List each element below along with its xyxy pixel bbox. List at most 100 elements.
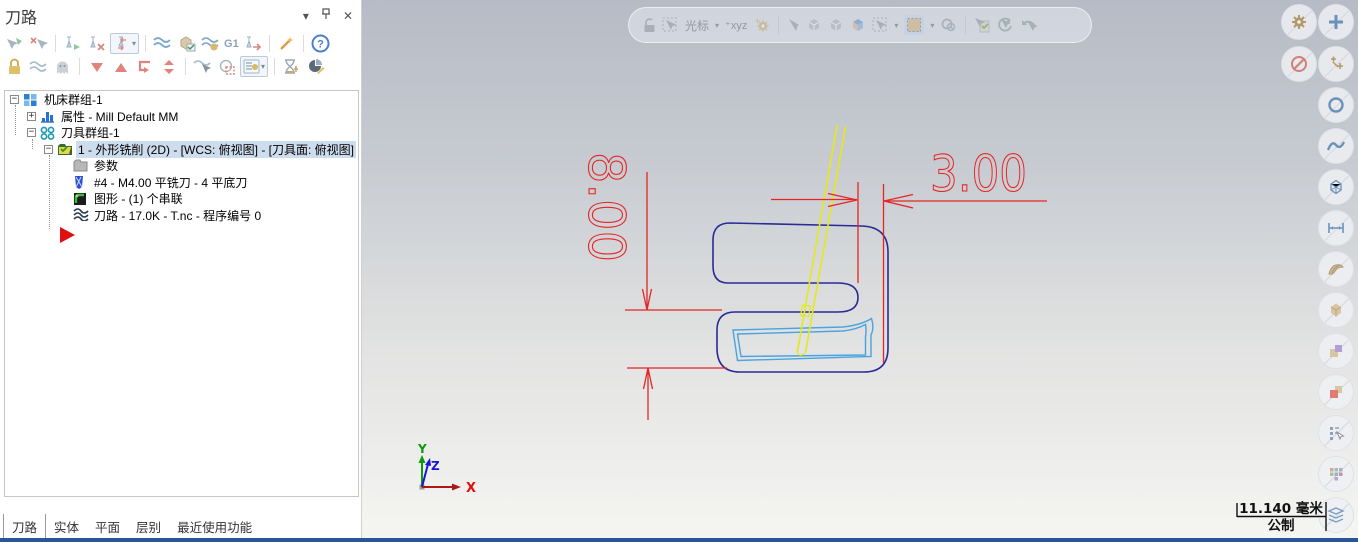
panel-dropdown-icon[interactable]: ▾	[303, 9, 309, 23]
viewport-canvas: 8.00 3.00 Y Z X 11.140 毫米 公制	[417, 124, 1327, 534]
move-down-icon[interactable]	[86, 57, 107, 77]
insert-position-arrow[interactable]	[60, 227, 75, 243]
scale-value: 11.140 毫米	[1239, 500, 1323, 517]
levels-mask-button[interactable]	[1318, 497, 1354, 533]
lock-toolpath-icon[interactable]	[4, 57, 25, 77]
panel-title: 刀路	[5, 10, 38, 27]
spline-mask-button[interactable]	[1318, 128, 1354, 164]
cube-icon[interactable]	[828, 17, 844, 33]
pin-icon[interactable]	[321, 8, 331, 23]
dropdown-arrow-icon[interactable]: ▾	[930, 21, 934, 30]
dimension-8mm: 8.00	[576, 151, 727, 420]
tree-row-parameters[interactable]: 参数	[5, 158, 358, 174]
expand-plus-icon[interactable]: +	[27, 111, 36, 121]
g1-code-label[interactable]: G1	[224, 38, 239, 50]
dimension-3mm-label: 3.00	[930, 145, 1027, 203]
tab-recent[interactable]: 最近使用功能	[169, 514, 260, 539]
planes-red-button[interactable]	[1318, 374, 1354, 410]
planes-purple-button[interactable]	[1318, 333, 1354, 369]
dropdown-arrow-icon: ▾	[132, 39, 137, 48]
cursor-box-icon[interactable]	[662, 17, 679, 33]
edit-wand-icon[interactable]	[276, 34, 297, 54]
tree-row-geometry[interactable]: 图形 - (1) 个串联	[5, 191, 358, 207]
window-select-dropdown-icon[interactable]	[904, 15, 925, 35]
select-all-operations-icon[interactable]	[4, 34, 25, 54]
properties-icon	[40, 109, 55, 123]
toolpath-contour-outer[interactable]	[732, 317, 874, 362]
deselect-all-operations-icon[interactable]	[28, 34, 49, 54]
regenerate-selected-icon[interactable]	[62, 34, 83, 54]
material-edit-icon[interactable]	[305, 57, 326, 77]
tree-row-tool[interactable]: #4 - M4.00 平铣刀 - 4 平底刀	[5, 174, 358, 190]
tree-row-machine-group[interactable]: − 机床群组-1	[5, 92, 358, 108]
circle-mask-button[interactable]	[1318, 87, 1354, 123]
cursor-dropdown-icon[interactable]: ▾	[715, 21, 719, 30]
gear-add-icon[interactable]: +	[753, 17, 770, 33]
expand-minus-icon[interactable]: −	[27, 128, 36, 137]
geometry-icon	[73, 192, 88, 206]
wcs-gnomon: Y Z X	[417, 442, 476, 496]
xyz-point-entry[interactable]: ⁺xyz	[725, 19, 747, 32]
dropdown-arrow-icon[interactable]: ▾	[894, 21, 898, 30]
tab-levels[interactable]: 层别	[128, 514, 169, 539]
tree-row-toolpath-file[interactable]: 刀路 - 17.0K - T.nc - 程序编号 0	[5, 207, 358, 223]
gear-settings-button[interactable]	[1281, 4, 1317, 40]
color-grid-button[interactable]	[1318, 456, 1354, 492]
tree-row-tool-group[interactable]: − 刀具群组-1	[5, 125, 358, 141]
panel-header: 刀路 ▾ ✕	[0, 0, 361, 32]
tab-solids[interactable]: 实体	[46, 514, 87, 539]
cube-colored-icon[interactable]	[850, 17, 866, 33]
move-up-icon[interactable]	[110, 57, 131, 77]
selection-bar: 光标 ▾ ⁺xyz + ▾ ▾	[628, 7, 1092, 43]
chain-geometry-icon[interactable]	[216, 57, 237, 77]
close-icon[interactable]: ✕	[343, 9, 353, 23]
tab-planes[interactable]: 平面	[87, 514, 128, 539]
cursor-mode-label[interactable]: 光标	[685, 17, 709, 34]
move-insert-icon[interactable]	[134, 57, 155, 77]
toolpath-manager-panel: 刀路 ▾ ✕ ▾ G1 ? ▾ − 机床群组-1 + 属性 - Mill Def…	[0, 0, 362, 539]
wireframe-mask-button[interactable]	[1318, 169, 1354, 205]
toggle-toolpath-display-icon[interactable]	[28, 57, 49, 77]
help-icon[interactable]: ?	[310, 34, 331, 54]
toolpath-locate-dropdown[interactable]: ▾	[110, 33, 140, 54]
options-list-dropdown[interactable]: ▾	[240, 56, 269, 77]
invalidate-selected-icon[interactable]	[86, 34, 107, 54]
post-process-icon[interactable]	[242, 34, 263, 54]
simulate-options-icon[interactable]	[200, 34, 221, 54]
verify-solid-icon[interactable]	[176, 34, 197, 54]
svg-text:?: ?	[317, 39, 324, 51]
tab-toolpath[interactable]: 刀路	[3, 513, 47, 539]
panel-tabbar: 刀路 实体 平面 层别 最近使用功能	[0, 513, 361, 539]
move-points-button[interactable]	[1318, 46, 1354, 82]
list-select-button[interactable]	[1318, 415, 1354, 451]
expand-minus-icon[interactable]: −	[10, 95, 19, 104]
cube-check-icon[interactable]	[806, 17, 822, 33]
backplot-toolpath-icon[interactable]	[152, 34, 173, 54]
ghost-toolpath-icon[interactable]	[52, 57, 73, 77]
add-plus-button[interactable]	[1318, 4, 1354, 40]
quick-circles-icon[interactable]	[940, 17, 957, 33]
tree-row-operation-selected[interactable]: − 1 - 外形铣削 (2D) - [WCS: 俯视图] - [刀具面: 俯视图…	[5, 140, 358, 158]
axis-z-label: Z	[431, 459, 440, 473]
dimension-3mm: 3.00	[771, 144, 1047, 363]
surface-mask-button[interactable]	[1318, 251, 1354, 287]
toolpath-display-cursor-icon[interactable]	[192, 57, 213, 77]
dimension-mask-button[interactable]	[1318, 210, 1354, 246]
select-arrow-icon[interactable]	[787, 18, 800, 33]
toolpath-file-icon	[73, 208, 89, 222]
expand-minus-icon[interactable]: −	[44, 144, 53, 154]
toolpath-contour-inner[interactable]	[736, 323, 867, 358]
tool-group-icon	[40, 126, 55, 140]
tree-row-properties[interactable]: + 属性 - Mill Default MM	[5, 108, 358, 124]
select-validate-icon[interactable]	[974, 17, 991, 33]
part-outline[interactable]	[712, 222, 889, 373]
select-box-dropdown-icon[interactable]	[872, 17, 888, 33]
block-selection-button[interactable]	[1281, 46, 1317, 82]
swap-order-icon[interactable]	[158, 57, 179, 77]
graphics-viewport[interactable]: 光标 ▾ ⁺xyz + ▾ ▾ 8.00 3.00 Y Z X 11.140 毫…	[362, 0, 1358, 538]
regenerate-icon[interactable]	[997, 17, 1014, 33]
lock-icon[interactable]	[643, 17, 656, 33]
undo-select-icon[interactable]	[1020, 18, 1038, 33]
batch-process-icon[interactable]	[281, 57, 302, 77]
solid-mask-button[interactable]	[1318, 292, 1354, 328]
